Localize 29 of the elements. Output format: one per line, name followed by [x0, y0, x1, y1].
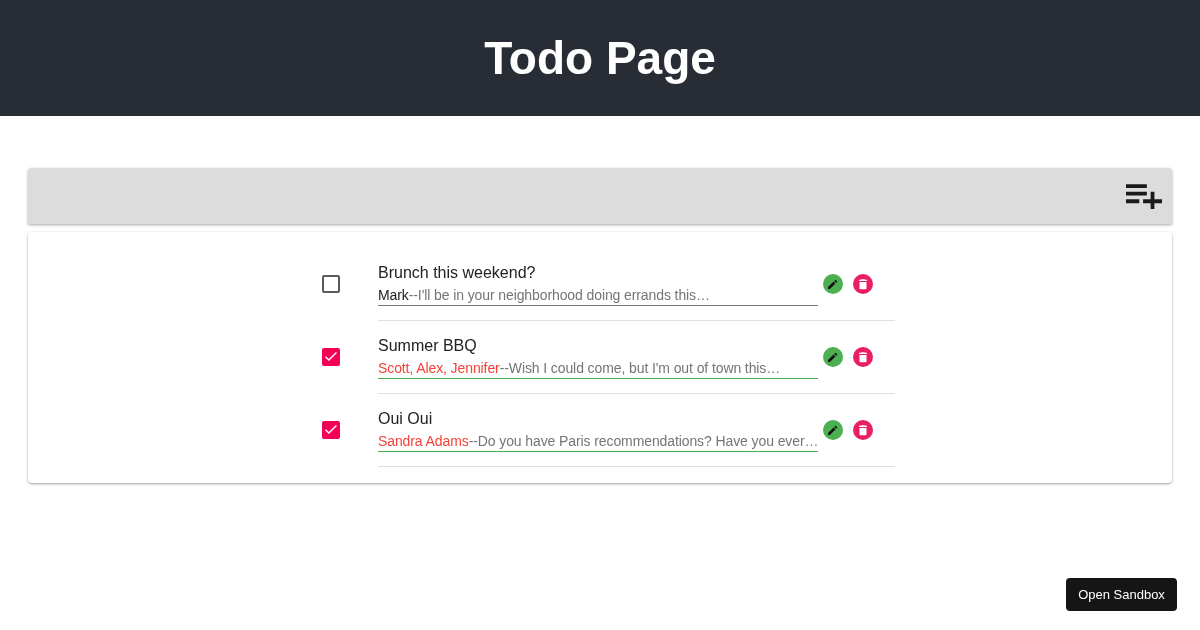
delete-button[interactable]: [853, 419, 873, 440]
sender-name: Mark: [378, 287, 409, 303]
playlist-add-icon: [1126, 183, 1162, 209]
message-snippet: --Do you have Paris recommendations? Have you ever…: [468, 433, 819, 449]
trash-icon: [853, 419, 873, 440]
message-snippet: --I'll be in your neighborhood doing errands this…: [408, 287, 710, 303]
trash-icon: [853, 273, 873, 294]
delete-button[interactable]: [853, 346, 873, 367]
edit-button[interactable]: [823, 346, 843, 367]
pencil-icon: [823, 346, 843, 367]
delete-button[interactable]: [853, 273, 873, 294]
checkbox[interactable]: [322, 274, 340, 293]
message-snippet: --Wish I could come, but I'm out of town this…: [499, 360, 781, 376]
open-sandbox-button[interactable]: Open Sandbox: [1066, 578, 1177, 611]
pencil-icon: [823, 419, 843, 440]
checkbox[interactable]: [322, 347, 340, 366]
checkbox[interactable]: [322, 420, 340, 439]
sender-name: Scott, Alex, Jennifer: [378, 360, 500, 376]
sender-name: Sandra Adams: [378, 433, 469, 449]
checkmark-icon: [325, 352, 337, 361]
todo-title: Oui Oui: [378, 409, 434, 429]
edit-button[interactable]: [823, 419, 843, 440]
checkmark-icon: [325, 425, 337, 434]
add-todo-button[interactable]: [1125, 181, 1163, 211]
todo-title: Summer BBQ: [378, 336, 478, 356]
todo-title: Brunch this weekend?: [378, 263, 537, 283]
pencil-icon: [823, 273, 843, 294]
trash-icon: [853, 346, 873, 367]
edit-button[interactable]: [823, 273, 843, 294]
